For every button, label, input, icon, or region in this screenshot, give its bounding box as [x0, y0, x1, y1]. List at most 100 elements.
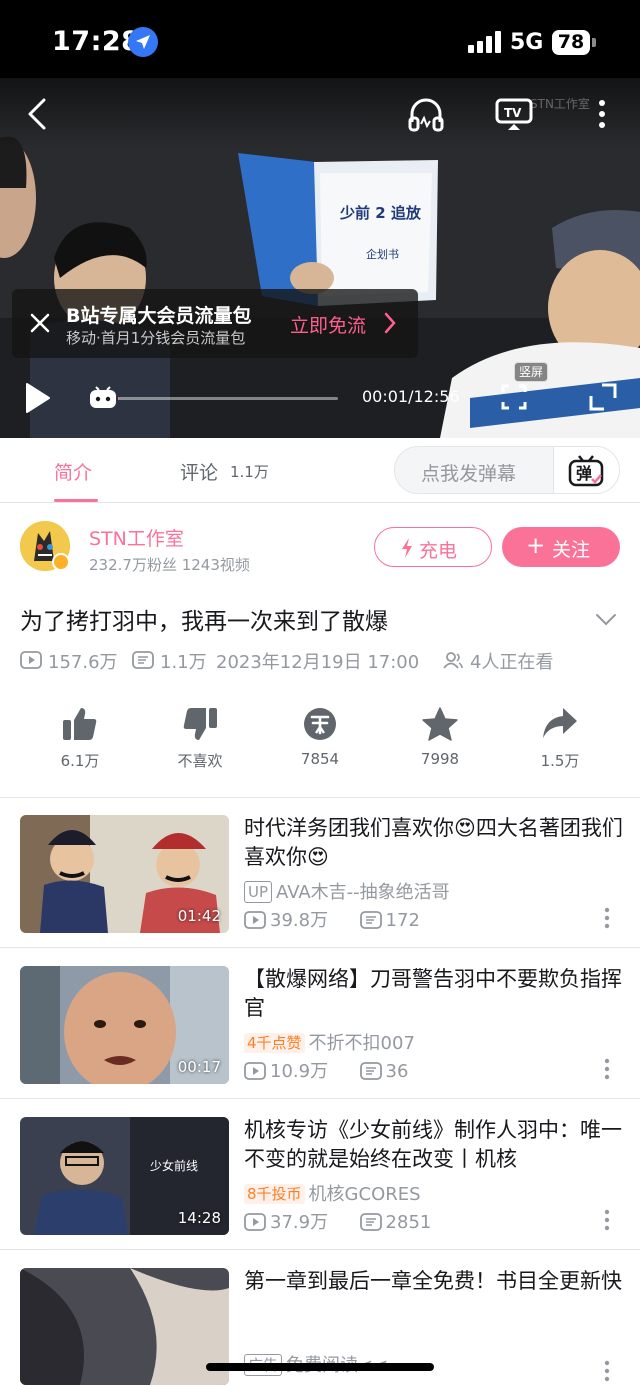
like-count: 6.1万 — [60, 752, 100, 770]
comments-count: 1.1万 — [230, 463, 269, 481]
hot-tag: 4千点赞 — [244, 1033, 305, 1053]
cast-tv-icon[interactable]: TV — [494, 96, 534, 132]
promo-cta-button[interactable]: 立即免流 — [290, 311, 366, 338]
play-icon[interactable] — [22, 381, 52, 415]
data-plan-promo[interactable]: B站专属大会员流量包 移动·首月1分钱会员流量包 立即免流 — [12, 289, 418, 358]
related-stats: 37.9万 2851 — [244, 1208, 431, 1234]
uploader-name: AVA木吉--抽象绝活哥 — [276, 882, 450, 903]
progress-thumb-tv-icon[interactable] — [88, 386, 118, 410]
video-title: 为了拷打羽中，我再一次来到了散爆 — [20, 609, 388, 635]
coin-button[interactable]: 7854 — [260, 706, 380, 776]
view-count: 39.8万 — [270, 910, 329, 931]
location-icon — [128, 27, 158, 57]
related-video-item[interactable]: 01:42 时代洋务团我们喜欢你😍四大名著团我们喜欢你😍 UP AVA木吉--抽象… — [0, 798, 640, 948]
charge-button[interactable]: 充电 — [374, 527, 492, 567]
dislike-label: 不喜欢 — [177, 752, 223, 770]
related-uploader[interactable]: UP AVA木吉--抽象绝活哥 — [244, 878, 450, 904]
folder-cover-subtext: 企划书 — [366, 248, 399, 261]
home-indicator[interactable] — [206, 1363, 434, 1371]
promo-subtitle: 移动·首月1分钱会员流量包 — [66, 329, 246, 347]
coin-count: 7854 — [300, 750, 340, 768]
player-top-controls — [0, 78, 640, 148]
danmaku-char: 弹 — [576, 464, 593, 483]
uploader-stats: 232.7万粉丝 1243视频 — [89, 556, 250, 574]
more-options-icon[interactable] — [600, 1359, 614, 1383]
video-duration: 01:42 — [177, 907, 221, 925]
svg-text:TV: TV — [504, 106, 522, 120]
danmaku-count-icon — [359, 1062, 382, 1080]
coin-icon — [304, 708, 336, 740]
detail-tab-bar: 简介 评论 1.1万 点我发弹幕 弹 — [0, 438, 640, 503]
tab-comments[interactable]: 评论 — [180, 458, 218, 485]
like-button[interactable]: 6.1万 — [20, 706, 140, 776]
tab-intro[interactable]: 简介 — [54, 458, 92, 485]
video-thumbnail: 01:42 — [20, 815, 229, 933]
danmaku-toggle-button[interactable]: 弹 — [553, 447, 619, 493]
tab-active-indicator — [54, 499, 98, 502]
close-icon[interactable] — [26, 309, 54, 337]
chevron-right-icon — [384, 312, 396, 334]
share-count: 1.5万 — [540, 752, 580, 770]
verified-badge-icon — [52, 553, 70, 571]
danmaku-placeholder: 点我发弹幕 — [421, 463, 517, 485]
chevron-down-icon[interactable] — [594, 610, 618, 628]
view-count: 10.9万 — [270, 1061, 329, 1082]
battery-tip — [592, 38, 596, 47]
folder-cover-text: 少前 2 追放 — [340, 204, 421, 222]
video-thumbnail: 00:17 — [20, 966, 229, 1084]
more-options-icon[interactable] — [600, 1057, 614, 1081]
share-button[interactable]: 1.5万 — [500, 706, 620, 776]
ad-thumbnail — [20, 1268, 229, 1385]
favorite-button[interactable]: 7998 — [380, 706, 500, 776]
play-count-icon — [244, 1213, 266, 1231]
uploader-name: 不折不扣007 — [308, 1033, 415, 1054]
view-count: 37.9万 — [270, 1212, 329, 1233]
related-uploader[interactable]: 4千点赞 不折不扣007 — [244, 1029, 415, 1055]
related-title: 机核专访《少女前线》制作人羽中：唯一不变的就是始终在改变丨机核 — [244, 1118, 622, 1171]
more-options-icon[interactable] — [600, 1208, 614, 1232]
playback-time: 00:01/12:56 — [362, 387, 460, 406]
more-options-icon[interactable] — [600, 906, 614, 930]
share-icon — [543, 708, 577, 738]
favorite-icon — [422, 707, 458, 741]
related-video-item[interactable]: 00:17 【散爆网络】刀哥警告羽中不要欺负指挥官 4千点赞 不折不扣007 10… — [0, 949, 640, 1099]
related-title: 时代洋务团我们喜欢你😍四大名著团我们喜欢你😍 — [244, 816, 623, 869]
up-tag: UP — [244, 881, 273, 903]
viewers-icon — [443, 652, 463, 669]
danmaku-count: 2851 — [385, 1212, 432, 1233]
related-title: 【散爆网络】刀哥警告羽中不要欺负指挥官 — [244, 967, 622, 1020]
danmaku-count: 172 — [385, 910, 420, 931]
video-thumbnail: 少女前线 14:28 — [20, 1117, 229, 1235]
like-icon — [63, 708, 97, 740]
battery-icon: 78 — [552, 30, 590, 55]
publish-date: 2023年12月19日 17:00 — [216, 652, 420, 673]
promo-title: B站专属大会员流量包 — [66, 305, 252, 327]
follow-button[interactable]: + 关注 — [502, 527, 620, 567]
danmaku-count-icon — [359, 1213, 382, 1231]
back-icon[interactable] — [24, 96, 54, 132]
related-stats: 39.8万 172 — [244, 906, 420, 932]
network-type: 5G — [510, 30, 544, 55]
hot-tag: 8千投币 — [244, 1184, 305, 1204]
headphones-icon[interactable] — [406, 96, 446, 132]
dislike-button[interactable]: 不喜欢 — [140, 706, 260, 776]
danmaku-count: 36 — [385, 1061, 409, 1082]
related-stats: 10.9万 36 — [244, 1057, 408, 1083]
ad-title: 第一章到最后一章全免费！书目全更新快 — [244, 1269, 622, 1293]
thumbnail-caption: 少女前线 — [150, 1159, 199, 1173]
more-options-icon[interactable] — [590, 96, 614, 132]
danmaku-count-icon — [359, 911, 382, 929]
uploader-name[interactable]: STN工作室 — [89, 524, 184, 551]
cellular-signal-icon — [468, 31, 502, 53]
fullscreen-icon[interactable] — [588, 382, 618, 412]
related-uploader[interactable]: 8千投币 机核GCORES — [244, 1180, 421, 1206]
related-video-item[interactable]: 少女前线 14:28 机核专访《少女前线》制作人羽中：唯一不变的就是始终在改变丨… — [0, 1100, 640, 1250]
video-player[interactable]: STN工作室 少前 2 追放 企划书 TV B站专属大会员流量包 移动·首月1分… — [0, 78, 640, 438]
live-viewers: 4人正在看 — [470, 652, 554, 673]
lightning-icon — [402, 538, 412, 558]
danmaku-input[interactable]: 点我发弹幕 弹 — [394, 446, 620, 494]
progress-bar[interactable] — [118, 397, 338, 400]
follow-label: 关注 — [552, 539, 591, 561]
vertical-screen-icon[interactable] — [500, 382, 528, 412]
play-count-icon — [244, 911, 266, 929]
